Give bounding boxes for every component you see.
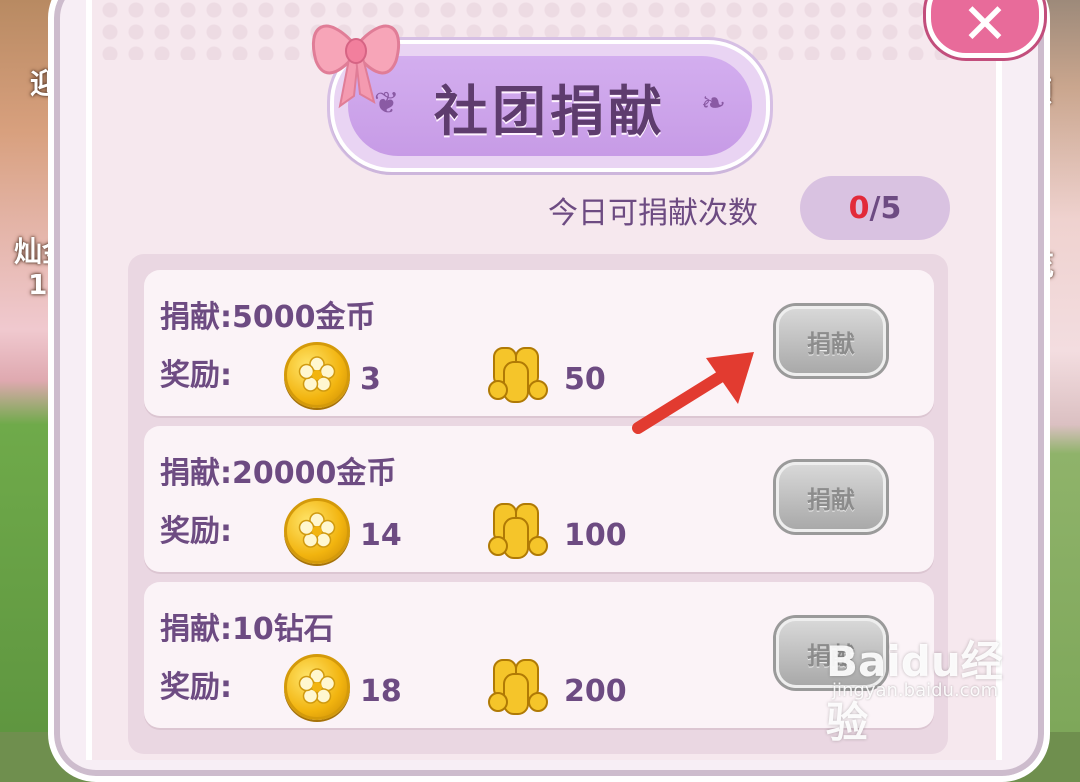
baidu-watermark: Baidu经验 jingyan.baidu.com [826,618,1026,747]
donate-button[interactable]: 捐献 [776,306,886,376]
close-button[interactable]: ✕ [926,0,1044,58]
donate-button[interactable]: 捐献 [776,462,886,532]
reward-label: 奖励: [160,358,232,393]
flower-coin-icon [284,654,350,720]
donation-title: 捐献:10钻石 [160,612,334,647]
donation-title: 捐献:5000金币 [160,300,376,335]
reward-label: 奖励: [160,670,232,705]
background-left-mid-sub: 1 [28,268,48,301]
donation-title: 捐献:20000金币 [160,456,397,491]
pink-bow-icon [311,24,401,109]
close-icon: ✕ [961,0,1009,57]
reward-coin-value: 3 [360,362,381,397]
daily-count-label: 今日可捐献次数 [548,196,758,231]
gold-coin-stack-icon [488,659,548,715]
flower-coin-icon [284,342,350,408]
dialog-title: 社团捐献 [434,79,666,143]
pointer-arrow-icon [632,352,754,434]
reward-label: 奖励: [160,514,232,549]
gold-coin-stack-icon [488,503,548,559]
reward-coin-value: 14 [360,518,402,553]
gold-coin-stack-icon [488,347,548,403]
donation-card-gold-5000: 捐献:5000金币 奖励: 3 50 捐献 [144,270,934,416]
watermark-sub: jingyan.baidu.com [832,680,999,701]
donation-card-diamond-10: 捐献:10钻石 奖励: 18 200 捐献 [144,582,934,728]
reward-gold-value: 200 [564,674,627,709]
right-swirl-icon: ❧ [700,86,726,121]
donation-card-gold-20000: 捐献:20000金币 奖励: 14 100 捐献 [144,426,934,572]
reward-gold-value: 50 [564,362,606,397]
reward-gold-value: 100 [564,518,627,553]
reward-coin-value: 18 [360,674,402,709]
title-inner: 社团捐献 [348,56,752,156]
daily-count-badge: 0 /5 [800,176,950,240]
flower-coin-icon [284,498,350,564]
daily-count-total: /5 [869,190,902,226]
daily-count-used: 0 [848,190,870,226]
